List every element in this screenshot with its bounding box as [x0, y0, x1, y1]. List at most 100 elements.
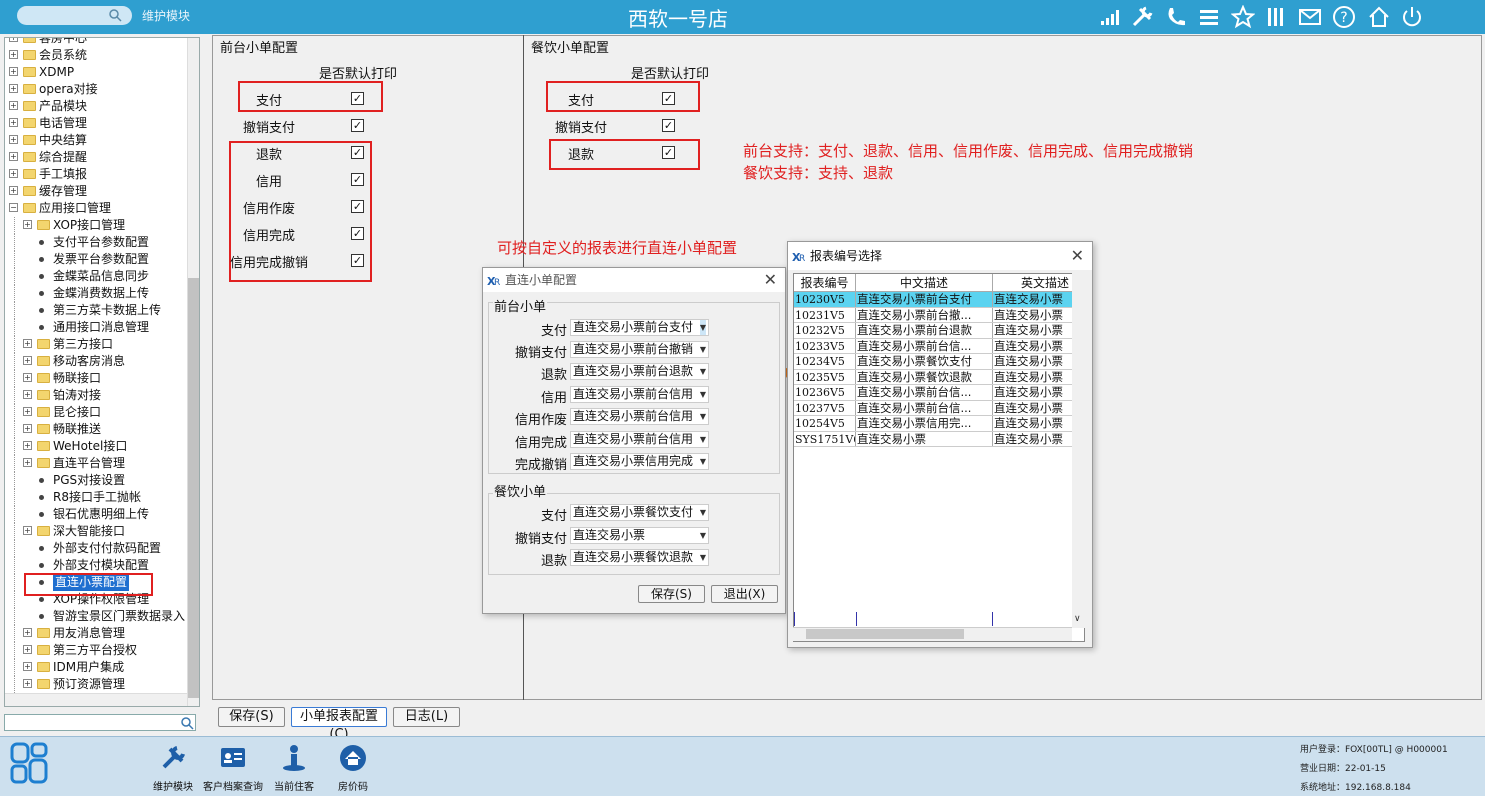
- tree-item[interactable]: + IDM用户集成: [5, 659, 187, 676]
- phone-icon[interactable]: [1164, 5, 1188, 29]
- save-button[interactable]: 保存(S): [218, 707, 285, 727]
- tools-icon[interactable]: [1130, 5, 1154, 29]
- front-default-print-checkbox[interactable]: ✓: [351, 119, 364, 132]
- tree-item[interactable]: + 预订资源管理: [5, 676, 187, 693]
- grid-vertical-scrollbar[interactable]: [1072, 273, 1085, 628]
- expand-icon[interactable]: +: [23, 220, 32, 229]
- front-default-print-checkbox[interactable]: ✓: [351, 200, 364, 213]
- star-icon[interactable]: [1230, 4, 1256, 29]
- expand-icon[interactable]: +: [23, 679, 32, 688]
- power-icon[interactable]: [1400, 5, 1424, 29]
- tree-item[interactable]: + 移动客房消息: [5, 353, 187, 370]
- table-row[interactable]: 10236V5 直连交易小票前台信... 直连交易小票: [794, 385, 1073, 401]
- expand-icon[interactable]: +: [9, 84, 18, 93]
- tree-item[interactable]: + 铂涛对接: [5, 387, 187, 404]
- tree-item[interactable]: + XOP接口管理: [5, 217, 187, 234]
- tree-item[interactable]: + 中央结算: [5, 132, 187, 149]
- tree-item[interactable]: 金蝶消费数据上传: [5, 285, 187, 302]
- tree-item[interactable]: 智游宝景区门票数据录入: [5, 608, 187, 625]
- tree-item[interactable]: + 直连平台管理: [5, 455, 187, 472]
- dialog-save-button[interactable]: 保存(S): [638, 585, 705, 603]
- tree-search-input[interactable]: [4, 714, 196, 731]
- tree-item[interactable]: + 用友消息管理: [5, 625, 187, 642]
- column-header[interactable]: 英文描述: [993, 274, 1073, 292]
- search-icon[interactable]: [180, 716, 194, 730]
- report-config-button[interactable]: 小单报表配置(C): [291, 707, 387, 742]
- chevron-down-icon[interactable]: ▼: [700, 454, 706, 469]
- tree-horizontal-scrollbar[interactable]: [5, 693, 187, 706]
- home-icon[interactable]: [1367, 5, 1391, 29]
- tree-item[interactable]: + 综合提醒: [5, 149, 187, 166]
- grid-scroll-thumb[interactable]: [806, 629, 964, 639]
- tree-item[interactable]: + XDMP: [5, 64, 187, 81]
- tree-item[interactable]: + 产品模块: [5, 98, 187, 115]
- chevron-down-icon[interactable]: ▼: [700, 505, 706, 520]
- scroll-down-icon[interactable]: ∨: [1074, 614, 1081, 624]
- tree-scroll-thumb[interactable]: [188, 278, 199, 698]
- expand-icon[interactable]: +: [9, 135, 18, 144]
- tree-item[interactable]: 支付平台参数配置: [5, 234, 187, 251]
- table-row[interactable]: 10231V5 直连交易小票前台撤... 直连交易小票: [794, 307, 1073, 323]
- expand-icon[interactable]: +: [9, 186, 18, 195]
- expand-icon[interactable]: +: [23, 645, 32, 654]
- report-select[interactable]: 直连交易小票餐饮支付 ▼: [570, 504, 709, 521]
- close-icon[interactable]: ✕: [764, 270, 777, 289]
- tree-item[interactable]: + 缓存管理: [5, 183, 187, 200]
- report-select[interactable]: 直连交易小票前台信用 ▼: [570, 408, 709, 425]
- tree-item[interactable]: 外部支付模块配置: [5, 557, 187, 574]
- report-select[interactable]: 直连交易小票 ▼: [570, 527, 709, 544]
- expand-icon[interactable]: +: [23, 424, 32, 433]
- expand-icon[interactable]: +: [9, 38, 18, 42]
- table-row[interactable]: 10235V5 直连交易小票餐饮退款 直连交易小票: [794, 369, 1073, 385]
- table-row[interactable]: 10234V5 直连交易小票餐饮支付 直连交易小票: [794, 354, 1073, 370]
- table-row[interactable]: 10254V5 直连交易小票信用完... 直连交易小票: [794, 416, 1073, 432]
- tree-item[interactable]: 金蝶菜品信息同步: [5, 268, 187, 285]
- report-select[interactable]: 直连交易小票前台撤销 ▼: [570, 341, 709, 358]
- expand-icon[interactable]: +: [23, 458, 32, 467]
- tree-item[interactable]: + 第三方平台授权: [5, 642, 187, 659]
- dock-item-rate-code[interactable]: 房价码: [318, 744, 388, 793]
- chevron-down-icon[interactable]: ▼: [700, 528, 706, 543]
- tree-item[interactable]: + 电话管理: [5, 115, 187, 132]
- close-icon[interactable]: ✕: [1071, 246, 1084, 265]
- report-select[interactable]: 直连交易小票餐饮退款 ▼: [570, 549, 709, 566]
- table-row[interactable]: SYS1751V6 直连交易小票 直连交易小票: [794, 431, 1073, 447]
- tree-item[interactable]: + 畅联推送: [5, 421, 187, 438]
- expand-icon[interactable]: +: [9, 50, 18, 59]
- expand-icon[interactable]: +: [9, 118, 18, 127]
- tree-item[interactable]: + 深大智能接口: [5, 523, 187, 540]
- expand-icon[interactable]: +: [23, 373, 32, 382]
- report-select[interactable]: 直连交易小票信用完成 ▼: [570, 453, 709, 470]
- tree-item[interactable]: + 会员系统: [5, 47, 187, 64]
- tree-item[interactable]: 发票平台参数配置: [5, 251, 187, 268]
- chevron-down-icon[interactable]: ▼: [699, 320, 706, 335]
- expand-icon[interactable]: +: [23, 441, 32, 450]
- chevron-down-icon[interactable]: ▼: [700, 342, 706, 357]
- expand-icon[interactable]: +: [23, 628, 32, 637]
- report-select[interactable]: 直连交易小票前台支付 ▼: [570, 319, 709, 336]
- chevron-down-icon[interactable]: ▼: [700, 550, 706, 565]
- tree-item[interactable]: 银石优惠明细上传: [5, 506, 187, 523]
- log-button[interactable]: 日志(L): [393, 707, 460, 727]
- column-header[interactable]: 中文描述: [856, 274, 993, 292]
- front-default-print-checkbox[interactable]: ✓: [351, 173, 364, 186]
- tree-item[interactable]: − 应用接口管理: [5, 200, 187, 217]
- tree-item[interactable]: 通用接口消息管理: [5, 319, 187, 336]
- tree-item[interactable]: R8接口手工抛帐: [5, 489, 187, 506]
- front-default-print-checkbox[interactable]: ✓: [351, 254, 364, 267]
- mail-icon[interactable]: [1298, 5, 1322, 29]
- expand-icon[interactable]: +: [23, 407, 32, 416]
- collapse-icon[interactable]: −: [9, 203, 18, 212]
- food-default-print-checkbox[interactable]: ✓: [662, 92, 675, 105]
- chevron-down-icon[interactable]: ▼: [700, 387, 706, 402]
- expand-icon[interactable]: +: [23, 356, 32, 365]
- food-default-print-checkbox[interactable]: ✓: [662, 146, 675, 159]
- expand-icon[interactable]: +: [23, 526, 32, 535]
- expand-icon[interactable]: +: [23, 390, 32, 399]
- tree-item[interactable]: + 昆仑接口: [5, 404, 187, 421]
- chevron-down-icon[interactable]: ▼: [700, 409, 706, 424]
- food-default-print-checkbox[interactable]: ✓: [662, 119, 675, 132]
- expand-icon[interactable]: +: [23, 339, 32, 348]
- expand-icon[interactable]: +: [9, 67, 18, 76]
- dialog-exit-button[interactable]: 退出(X): [711, 585, 778, 603]
